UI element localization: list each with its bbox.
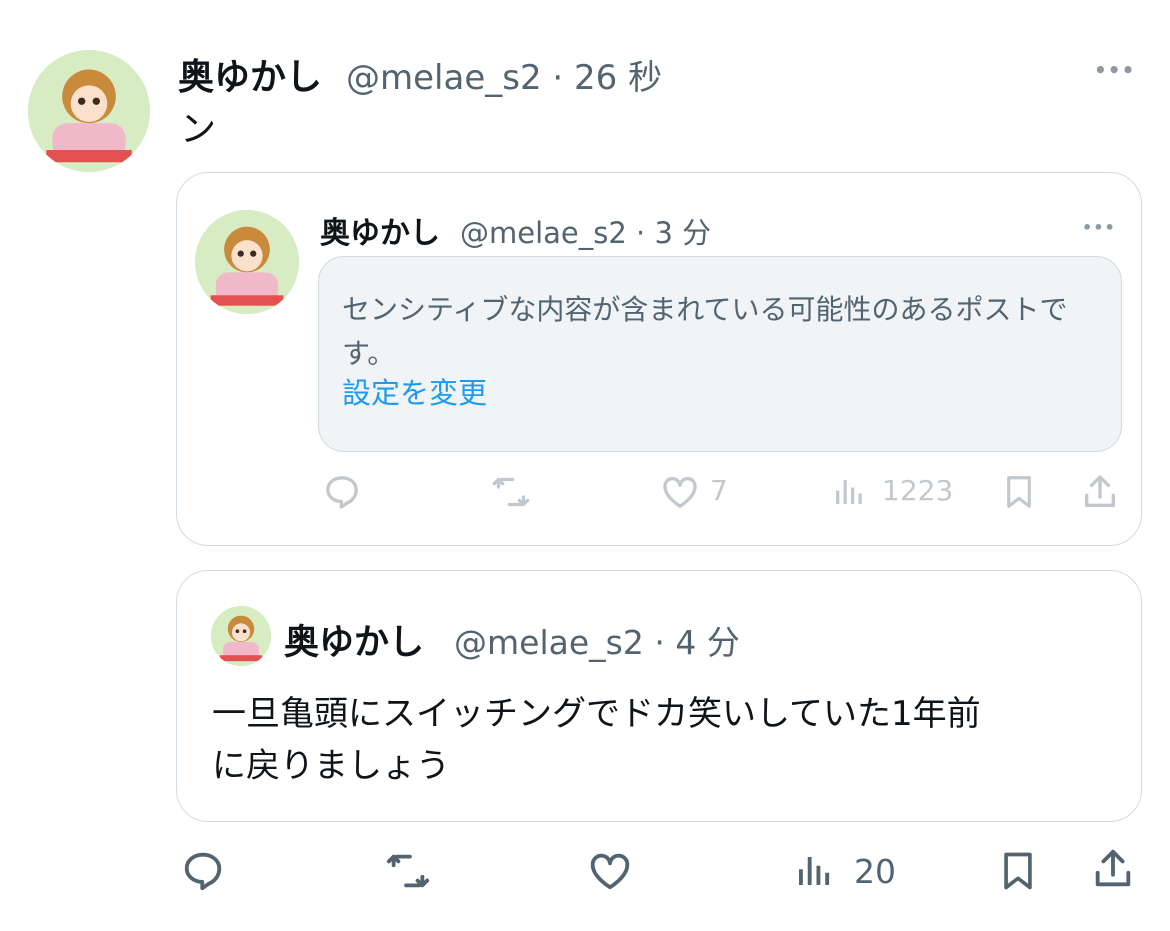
post-meta: @melae_s2 · 26 秒: [346, 50, 662, 99]
quoted-author-handle[interactable]: @melae_s2: [460, 216, 627, 250]
change-settings-link[interactable]: 設定を変更: [342, 370, 487, 412]
avatar-image: [211, 606, 271, 666]
bookmark-icon[interactable]: [1000, 472, 1038, 512]
views-icon[interactable]: [830, 472, 866, 512]
bookmark-icon[interactable]: [996, 848, 1040, 894]
quoted-avatar[interactable]: [195, 210, 299, 314]
quoted-post-time[interactable]: 3 分: [654, 216, 711, 250]
quoted-author-name[interactable]: 奥ゆかし: [320, 208, 440, 252]
like-icon[interactable]: [660, 472, 700, 512]
quoted-avatar[interactable]: [211, 606, 271, 666]
post-text: ン: [180, 109, 217, 150]
share-icon[interactable]: [1080, 472, 1120, 512]
quoted-more-icon[interactable]: •••: [1082, 218, 1116, 237]
retweet-icon[interactable]: [490, 472, 532, 512]
quoted-author-name[interactable]: 奥ゆかし: [284, 614, 424, 665]
reply-icon[interactable]: [180, 848, 226, 894]
quoted-post-meta: @melae_s2 · 4 分: [454, 616, 740, 664]
quoted-post-text-line2: に戻りましょう: [212, 746, 450, 786]
share-icon[interactable]: [1090, 846, 1136, 892]
avatar[interactable]: [28, 50, 150, 172]
author-name[interactable]: 奥ゆかし: [178, 48, 322, 100]
avatar-image: [195, 210, 299, 314]
author-handle[interactable]: @melae_s2: [346, 58, 542, 98]
post-time[interactable]: 26 秒: [574, 58, 662, 98]
retweet-icon[interactable]: [382, 848, 434, 894]
like-icon[interactable]: [586, 848, 634, 894]
quoted-post-time[interactable]: 4 分: [675, 623, 740, 662]
reply-icon[interactable]: [322, 472, 362, 512]
quoted-post-text-line1: 一旦亀頭にスイッチングでドカ笑いしていた1年前: [212, 694, 981, 734]
like-count: 7: [710, 474, 728, 507]
sensitive-notice: センシティブな内容が含まれている可能性のあるポストです。: [342, 293, 1068, 370]
meta-separator: ·: [552, 58, 564, 98]
views-count: 20: [854, 852, 896, 891]
views-count: 1223: [882, 474, 954, 507]
meta-separator: ·: [636, 216, 646, 250]
more-icon[interactable]: •••: [1094, 58, 1135, 82]
avatar-image: [28, 50, 150, 172]
views-icon[interactable]: [792, 848, 834, 894]
meta-separator: ·: [654, 623, 665, 662]
quoted-post-meta: @melae_s2 · 3 分: [460, 210, 711, 252]
quoted-author-handle[interactable]: @melae_s2: [454, 623, 644, 662]
